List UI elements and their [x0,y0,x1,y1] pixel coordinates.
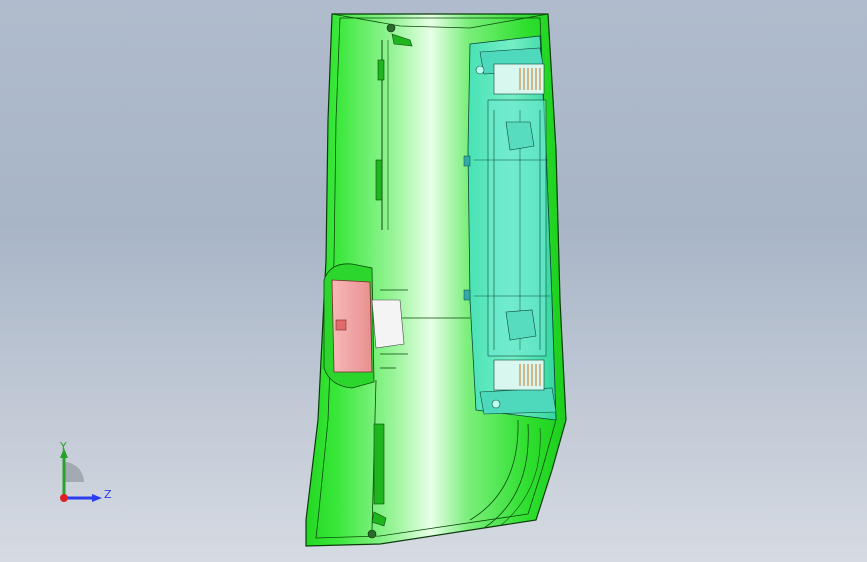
x-axis-dot [60,494,68,502]
cad-model[interactable] [0,0,867,562]
graphics-viewport[interactable]: Y Z [0,0,867,562]
z-axis-label: Z [104,488,112,501]
y-axis-label: Y [59,440,67,453]
orientation-triad: Y Z [59,440,112,502]
triad-plane-icon [64,462,84,482]
